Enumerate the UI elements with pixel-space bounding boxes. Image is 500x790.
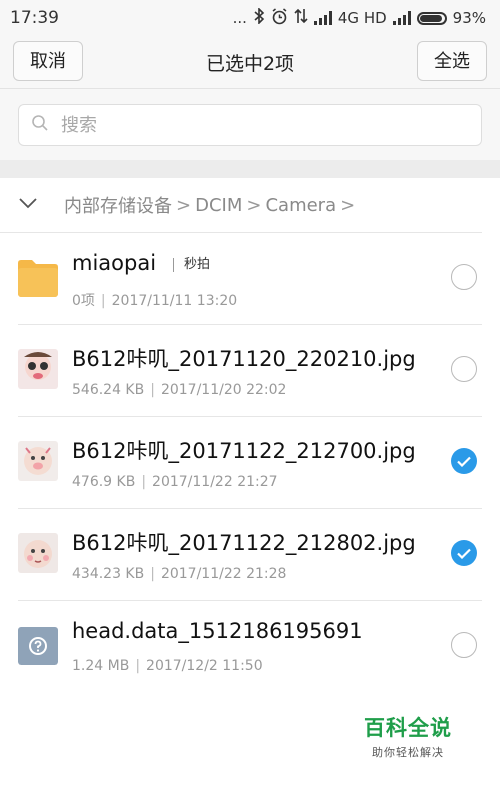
checkmark-icon bbox=[457, 548, 471, 559]
watermark-subtitle: 助你轻松解决 bbox=[372, 746, 444, 759]
breadcrumb-item[interactable]: 内部存储设备 bbox=[64, 192, 172, 218]
file-row[interactable]: B612咔叽_20171122_212700.jpg 476.9 KB | 2017… bbox=[18, 417, 482, 509]
select-checkbox-checked[interactable] bbox=[451, 448, 477, 474]
file-date: 2017/11/20 22:02 bbox=[160, 382, 287, 398]
file-meta: 476.9 KB | 2017/11/22 21:27 bbox=[72, 474, 278, 490]
unknown-file-icon bbox=[18, 625, 58, 665]
more-dots: ... bbox=[232, 9, 247, 27]
file-date: 2017/12/2 11:50 bbox=[146, 658, 263, 674]
file-row[interactable]: B612咔叽_20171120_220210.jpg 546.24 KB | 201… bbox=[18, 325, 482, 417]
alarm-icon bbox=[271, 7, 288, 29]
file-name: B612咔叽_20171120_220210.jpg bbox=[72, 347, 416, 371]
signal-icon bbox=[313, 11, 332, 25]
file-name: B612咔叽_20171122_212700.jpg bbox=[72, 439, 416, 463]
watermark-title: 百科全说 bbox=[364, 716, 452, 740]
select-checkbox[interactable] bbox=[451, 632, 477, 658]
file-date: 2017/11/11 13:20 bbox=[111, 293, 238, 309]
file-name: miaopai bbox=[72, 251, 157, 275]
cancel-button[interactable]: 取消 bbox=[13, 41, 83, 81]
battery-icon bbox=[416, 11, 447, 25]
file-row[interactable]: miaopai 秒拍 0项 | 2017/11/11 13:20 bbox=[18, 233, 482, 325]
breadcrumb-separator: > bbox=[340, 194, 356, 216]
file-browser: 内部存储设备 > DCIM > Camera > miaopai 秒拍 0项 | 2… bbox=[0, 178, 500, 790]
select-checkbox[interactable] bbox=[451, 264, 477, 290]
folder-icon bbox=[18, 257, 58, 297]
collapse-chevron-icon[interactable] bbox=[18, 193, 64, 218]
file-name: head.data_1512186195691 bbox=[72, 619, 363, 643]
search-input[interactable] bbox=[59, 113, 463, 137]
page-title: 已选中2项 bbox=[205, 52, 295, 75]
action-bar: 取消 已选中2项 全选 bbox=[0, 36, 500, 88]
battery-fill bbox=[419, 14, 442, 22]
file-meta: 1.24 MB | 2017/12/2 11:50 bbox=[72, 658, 263, 674]
breadcrumb-item[interactable]: DCIM bbox=[195, 195, 242, 216]
watermark-logo: 百科全说 助你轻松解决 bbox=[346, 706, 470, 766]
select-checkbox[interactable] bbox=[451, 356, 477, 382]
file-meta: 434.23 KB | 2017/11/22 21:28 bbox=[72, 566, 287, 582]
file-size: 476.9 KB bbox=[72, 474, 136, 490]
file-row[interactable]: head.data_1512186195691 1.24 MB | 2017/12/… bbox=[18, 601, 482, 692]
file-meta: 546.24 KB | 2017/11/20 22:02 bbox=[72, 382, 287, 398]
file-row[interactable]: B612咔叽_20171122_212802.jpg 434.23 KB | 201… bbox=[18, 509, 482, 601]
file-size: 546.24 KB bbox=[72, 382, 145, 398]
file-count: 0项 bbox=[72, 293, 95, 309]
file-size: 1.24 MB bbox=[72, 658, 130, 674]
section-divider bbox=[0, 160, 500, 178]
status-icons: ... 4G HD 93% bbox=[232, 7, 486, 29]
file-name: B612咔叽_20171122_212802.jpg bbox=[72, 531, 416, 555]
signal-icon bbox=[392, 11, 411, 25]
battery-percent: 93% bbox=[452, 9, 486, 27]
image-thumbnail bbox=[18, 533, 58, 573]
checkmark-icon bbox=[457, 456, 471, 467]
breadcrumb-separator: > bbox=[176, 194, 192, 216]
search-icon bbox=[31, 114, 49, 136]
file-list: miaopai 秒拍 0项 | 2017/11/11 13:20 B612咔叽_20… bbox=[0, 233, 500, 692]
breadcrumb-separator: > bbox=[246, 194, 262, 216]
data-arrows-icon bbox=[294, 8, 308, 28]
network-type: 4G HD bbox=[337, 9, 387, 27]
breadcrumb: 内部存储设备 > DCIM > Camera > bbox=[0, 178, 482, 233]
status-time: 17:39 bbox=[10, 8, 59, 28]
bluetooth-icon bbox=[253, 7, 265, 28]
breadcrumb-item[interactable]: Camera bbox=[265, 195, 336, 216]
search-area bbox=[0, 88, 500, 161]
select-all-button[interactable]: 全选 bbox=[417, 41, 487, 81]
search-box[interactable] bbox=[18, 104, 482, 146]
file-date: 2017/11/22 21:27 bbox=[152, 474, 278, 490]
file-date: 2017/11/22 21:28 bbox=[160, 566, 287, 582]
image-thumbnail bbox=[18, 441, 58, 481]
file-size: 434.23 KB bbox=[72, 566, 145, 582]
image-thumbnail bbox=[18, 349, 58, 389]
select-checkbox-checked[interactable] bbox=[451, 540, 477, 566]
folder-tag: 秒拍 bbox=[173, 258, 210, 272]
status-bar: 17:39 ... 4G HD 93% bbox=[0, 0, 500, 36]
file-meta: 0项 | 2017/11/11 13:20 bbox=[72, 293, 238, 309]
